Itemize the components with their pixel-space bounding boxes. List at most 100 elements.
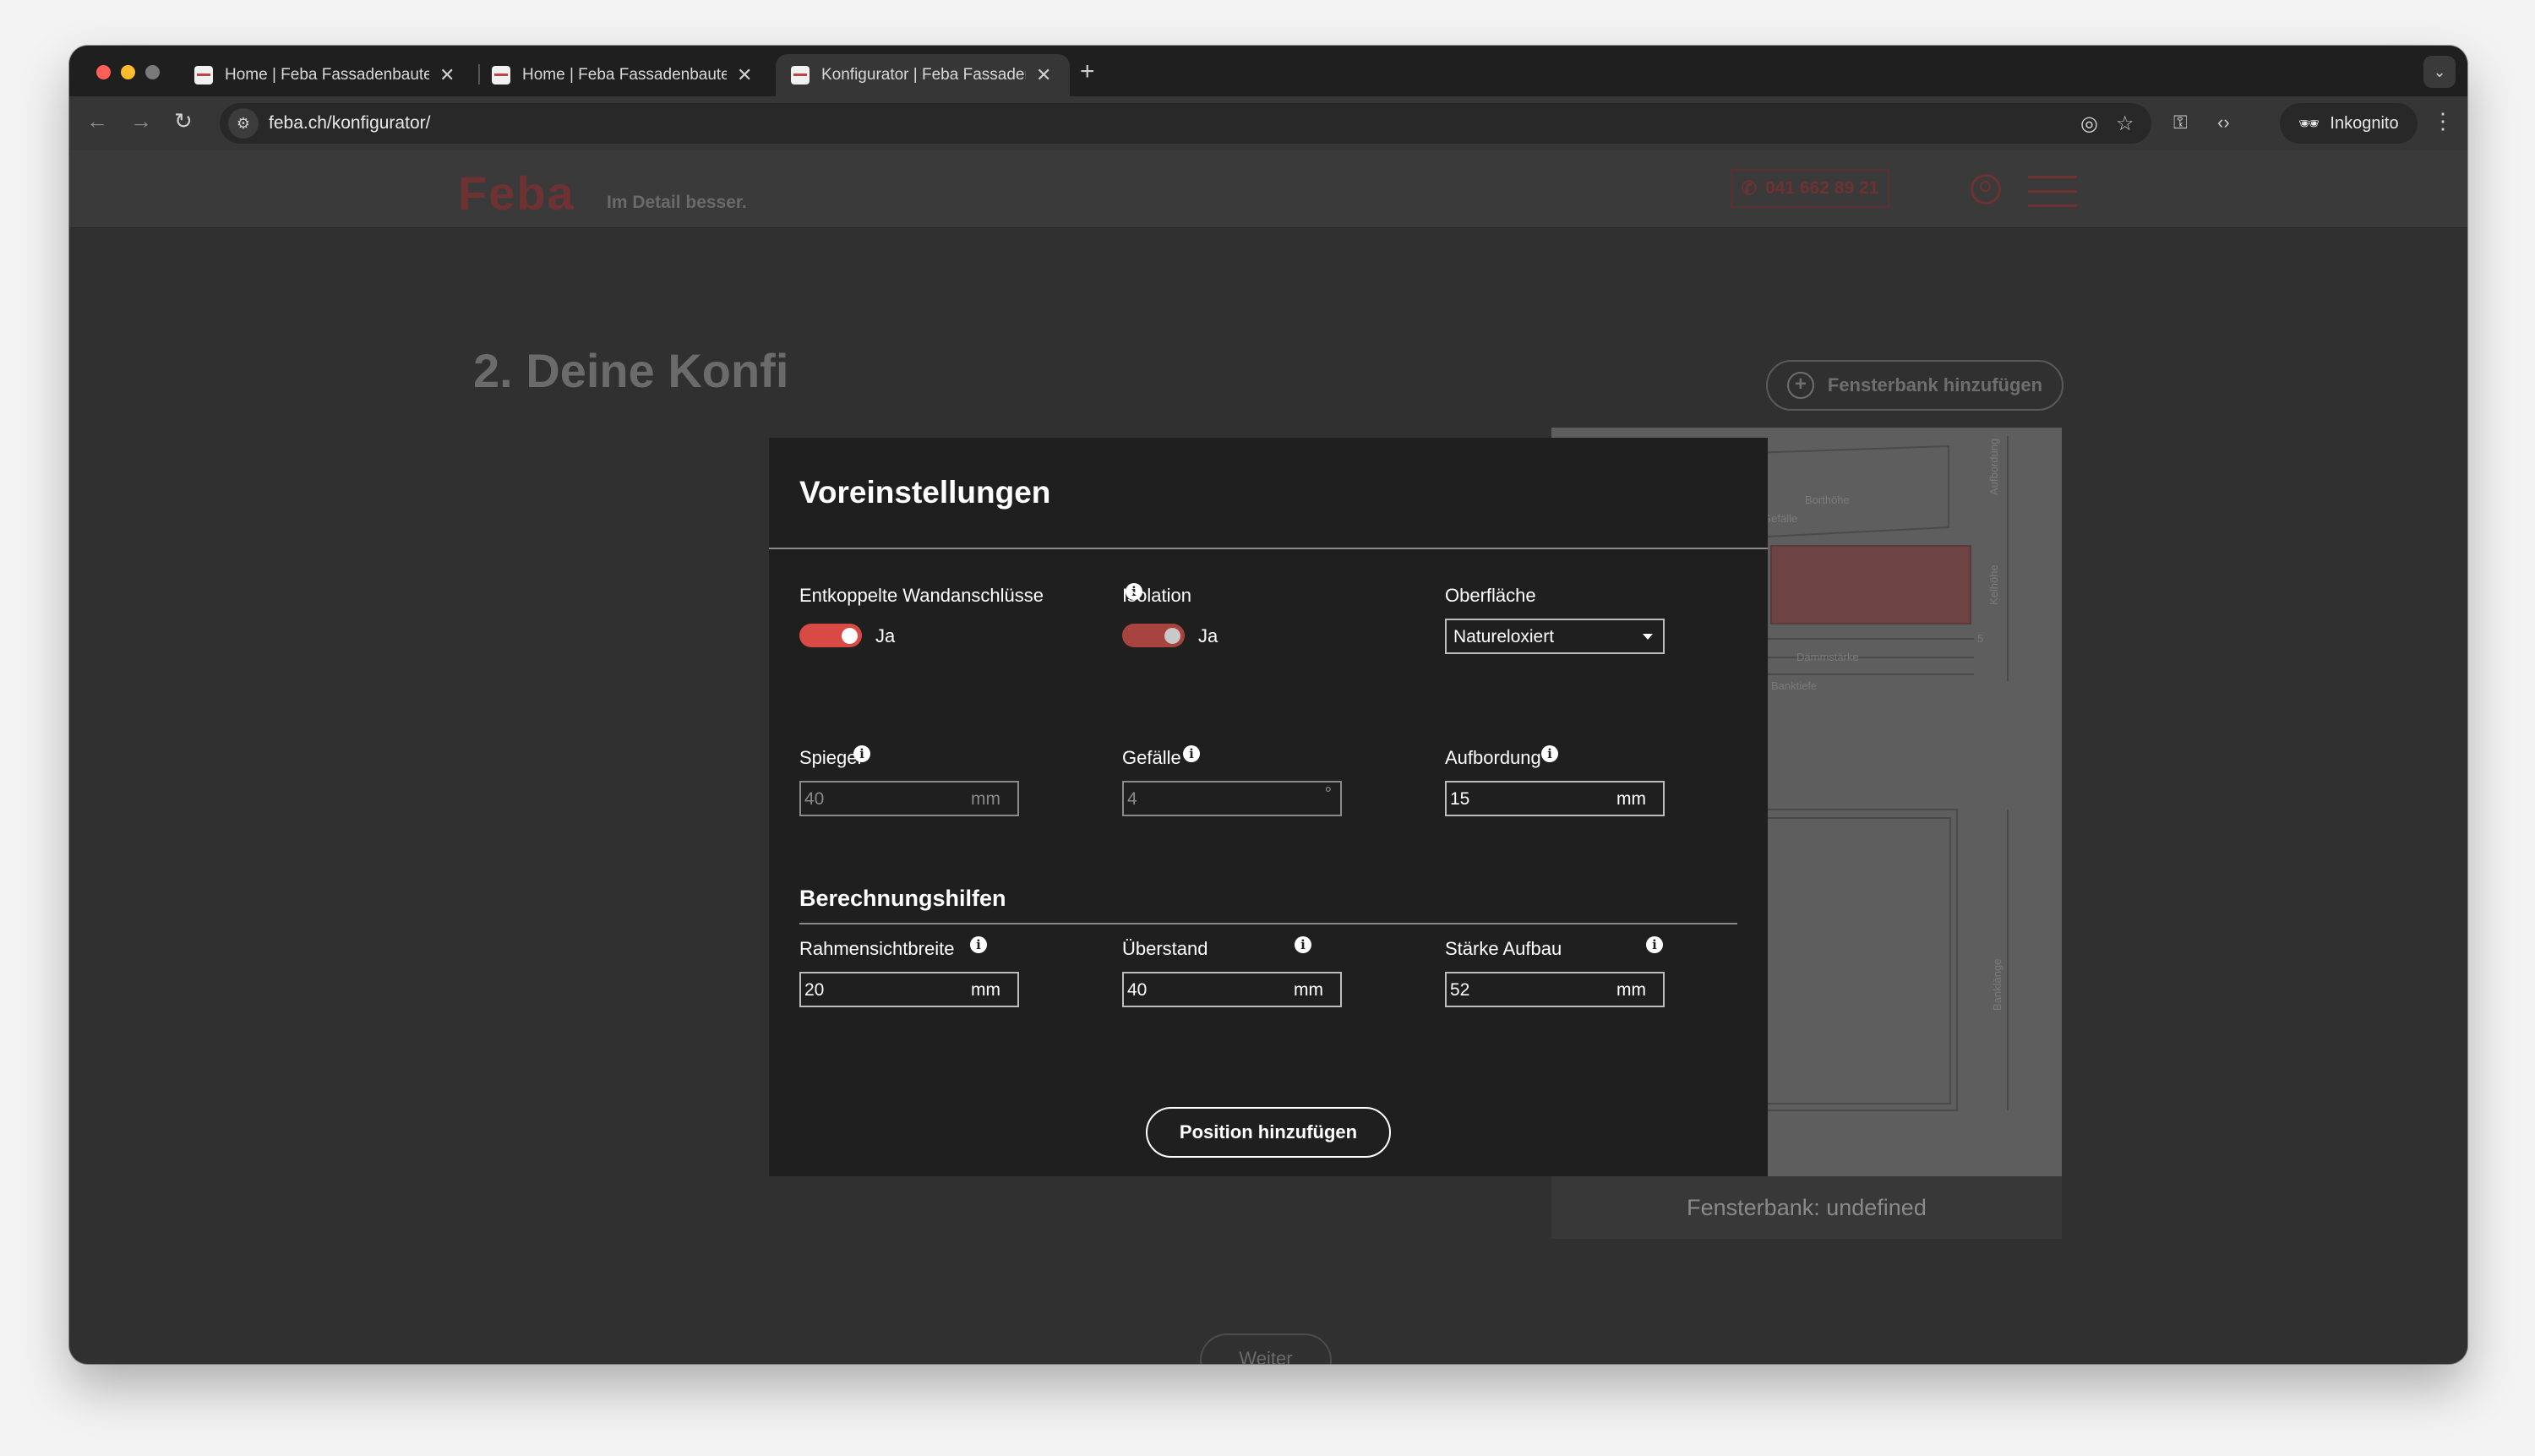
tab-title: Konfigurator | Feba Fassadenbauteile xyxy=(821,66,1026,84)
incognito-label: Inkognito xyxy=(2330,113,2399,133)
aufbordung-label: Aufbordung xyxy=(1445,747,1541,768)
berechnungshilfen-title: Berechnungshilfen xyxy=(799,886,1006,911)
feba-logo[interactable]: Feba xyxy=(458,166,575,221)
tab-strip: Home | Feba Fassadenbauteile ✕ Home | Fe… xyxy=(69,46,2467,96)
rahmensichtbreite-unit: mm xyxy=(971,980,1000,1000)
info-icon[interactable]: i xyxy=(1646,936,1663,953)
aufbordung-value: 15 xyxy=(1450,789,1470,809)
section-divider xyxy=(799,923,1737,924)
rahmensichtbreite-value: 20 xyxy=(804,980,825,1000)
feba-favicon-icon xyxy=(492,66,510,85)
label-daemmstaerke: Dämmstärke xyxy=(1796,651,1859,663)
toggle-knob xyxy=(842,628,858,644)
ueberstand-input[interactable]: 40 mm xyxy=(1122,972,1342,1007)
label-aufbordung: Aufbordung xyxy=(1987,439,2000,495)
entkoppelt-toggle[interactable] xyxy=(799,624,862,647)
next-button[interactable]: Weiter xyxy=(1200,1333,1332,1364)
user-account-icon[interactable] xyxy=(1971,174,2001,204)
info-icon[interactable]: i xyxy=(1183,745,1200,762)
eye-off-icon[interactable]: ◎ xyxy=(2080,112,2098,136)
label-banklaenge: Banklänge xyxy=(1991,959,2003,1011)
spiegel-input[interactable]: 40 mm xyxy=(799,781,1019,816)
spiegel-label: Spiegel xyxy=(799,747,862,768)
staerke-aufbau-input[interactable]: 52 mm xyxy=(1445,972,1665,1007)
plus-circle-icon: + xyxy=(1786,372,1814,399)
tab-title: Home | Feba Fassadenbauteile xyxy=(522,66,727,84)
preview-caption: Fensterbank: undefined xyxy=(1551,1176,2062,1239)
label-five: 5 xyxy=(1977,632,1983,645)
label-banktiefe: Banktiefe xyxy=(1771,679,1817,692)
browser-tab-2[interactable]: Home | Feba Fassadenbauteile ✕ xyxy=(492,54,760,96)
address-bar[interactable]: ⚙ feba.ch/konfigurator/ ◎ ☆ xyxy=(220,103,2151,144)
rahmensichtbreite-label: Rahmensichtbreite xyxy=(799,938,955,959)
new-tab-plus-icon[interactable]: + xyxy=(1080,57,1095,86)
isolation-value: Ja xyxy=(1198,625,1218,646)
site-header: Feba Im Detail besser. ✆ 041 662 89 21 xyxy=(69,150,2467,228)
info-icon[interactable]: i xyxy=(853,745,870,762)
oberflaeche-value: Natureloxiert xyxy=(1453,627,1555,646)
incognito-badge[interactable]: 🕶 Inkognito xyxy=(2280,103,2418,144)
minimize-window-button[interactable] xyxy=(121,65,135,79)
tab-search-chevron-icon[interactable]: ⌄ xyxy=(2423,56,2456,88)
tab-divider xyxy=(478,64,480,85)
browser-tab-1[interactable]: Home | Feba Fassadenbauteile ✕ xyxy=(194,54,463,96)
slogan: Im Detail besser. xyxy=(607,193,747,212)
gefaelle-unit: ° xyxy=(1324,784,1332,804)
devtools-code-icon[interactable]: ‹› xyxy=(2217,112,2230,134)
spiegel-unit: mm xyxy=(971,789,1000,809)
ueberstand-value: 40 xyxy=(1127,980,1148,1000)
entkoppelt-value: Ja xyxy=(875,625,896,646)
oberflaeche-label: Oberfläche xyxy=(1445,585,1536,606)
url-text[interactable]: feba.ch/konfigurator/ xyxy=(269,113,430,134)
label-gefaelle: Gefälle xyxy=(1763,512,1797,525)
close-tab-icon[interactable]: ✕ xyxy=(439,64,455,86)
aufbordung-input[interactable]: 15 mm xyxy=(1445,781,1665,816)
hamburger-menu-icon[interactable] xyxy=(2028,176,2077,208)
browser-window: Home | Feba Fassadenbauteile ✕ Home | Fe… xyxy=(69,46,2467,1364)
aufbordung-unit: mm xyxy=(1616,789,1646,809)
toggle-knob xyxy=(1164,628,1180,644)
ueberstand-unit: mm xyxy=(1294,980,1323,1000)
reload-icon[interactable]: ↻ xyxy=(174,108,193,134)
gefaelle-label: Gefälle xyxy=(1122,747,1181,768)
info-icon[interactable]: i xyxy=(1295,936,1311,953)
close-tab-icon[interactable]: ✕ xyxy=(737,64,752,86)
info-icon[interactable]: i xyxy=(1541,745,1558,762)
modal-title: Voreinstellungen xyxy=(799,475,1051,510)
entkoppelt-label: Entkoppelte Wandanschlüsse xyxy=(799,585,1044,606)
step-title: 2. Deine Konfi xyxy=(473,344,789,397)
close-window-button[interactable] xyxy=(96,65,111,79)
add-window-sill-button[interactable]: + Fensterbank hinzufügen xyxy=(1766,360,2063,411)
phone-number: 041 662 89 21 xyxy=(1765,178,1879,198)
maximize-window-button[interactable] xyxy=(145,65,160,79)
presets-modal: Voreinstellungen Entkoppelte Wandanschlü… xyxy=(769,438,1768,1176)
close-tab-icon[interactable]: ✕ xyxy=(1036,64,1051,86)
back-arrow-icon[interactable]: ← xyxy=(86,108,108,134)
bookmark-star-icon[interactable]: ☆ xyxy=(2116,112,2134,136)
oberflaeche-select[interactable]: Natureloxiert xyxy=(1445,619,1665,654)
info-icon[interactable]: i xyxy=(970,936,987,953)
page-content: Feba Im Detail besser. ✆ 041 662 89 21 2… xyxy=(69,150,2467,1364)
feba-favicon-icon xyxy=(791,66,810,85)
forward-arrow-icon[interactable]: → xyxy=(130,108,152,134)
browser-menu-icon[interactable]: ⋮ xyxy=(2432,108,2454,134)
feba-favicon-icon xyxy=(194,66,213,85)
staerke-aufbau-value: 52 xyxy=(1450,980,1470,1000)
password-key-icon[interactable]: ⚿ xyxy=(2173,112,2188,134)
modal-divider xyxy=(769,548,1768,549)
add-position-button[interactable]: Position hinzufügen xyxy=(1146,1107,1391,1158)
add-window-sill-label: Fensterbank hinzufügen xyxy=(1827,374,2043,395)
browser-tab-active[interactable]: Konfigurator | Feba Fassadenbauteile ✕ xyxy=(776,54,1070,96)
gefaelle-input[interactable]: 4 ° xyxy=(1122,781,1342,816)
browser-toolbar: ← → ↻ ⚙ feba.ch/konfigurator/ ◎ ☆ ⚿ ‹› 🕶… xyxy=(69,96,2467,150)
site-settings-icon[interactable]: ⚙ xyxy=(228,108,259,139)
label-kelhoehe: Kelhöhe xyxy=(1987,564,2000,605)
phone-button[interactable]: ✆ 041 662 89 21 xyxy=(1731,169,1889,208)
staerke-aufbau-unit: mm xyxy=(1616,980,1646,1000)
staerke-aufbau-label: Stärke Aufbau xyxy=(1445,938,1562,959)
rahmensichtbreite-input[interactable]: 20 mm xyxy=(799,972,1019,1007)
ueberstand-label: Überstand xyxy=(1122,938,1208,959)
label-borthoehe: Borthöhe xyxy=(1805,494,1850,506)
tab-title: Home | Feba Fassadenbauteile xyxy=(225,66,429,84)
isolation-toggle[interactable] xyxy=(1122,624,1185,647)
